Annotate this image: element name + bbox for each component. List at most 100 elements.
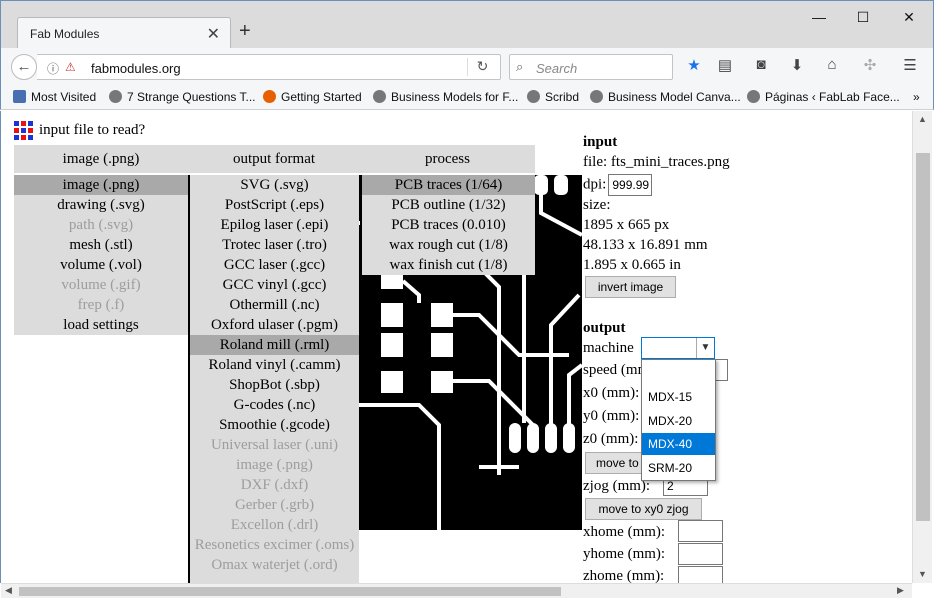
output-format-menu: SVG (.svg) PostScript (.eps) Epilog lase…: [188, 175, 359, 583]
pocket-icon[interactable]: ◙: [750, 56, 772, 73]
input-format-menu: image (.png) drawing (.svg) path (.svg) …: [14, 175, 188, 335]
scroll-down-arrow-icon[interactable]: ▼: [918, 569, 927, 579]
output-option[interactable]: Roland vinyl (.camm): [190, 355, 359, 375]
url-text[interactable]: fabmodules.org: [91, 61, 181, 76]
output-option-roland-mill[interactable]: Roland mill (.rml): [190, 335, 359, 355]
output-format-header[interactable]: output format: [188, 145, 360, 173]
process-option-pcb-traces-164[interactable]: PCB traces (1/64): [362, 175, 535, 195]
back-button[interactable]: ←: [11, 54, 37, 80]
bookmark-item[interactable]: Scribd: [527, 90, 579, 104]
downloads-icon[interactable]: ⬇: [786, 56, 808, 74]
extension-icon[interactable]: ✣: [859, 56, 881, 74]
bookmark-item[interactable]: Páginas ‹ FabLab Face...: [747, 90, 900, 104]
bookmark-item[interactable]: 7 Strange Questions T...: [109, 90, 256, 104]
machine-option-mdx15[interactable]: MDX-15: [642, 386, 715, 408]
output-option: Excellon (.drl): [230, 517, 319, 533]
yhome-label: yhome (mm):: [583, 546, 666, 562]
output-option[interactable]: Smoothie (.gcode): [190, 415, 359, 435]
globe-icon: [527, 90, 540, 103]
browser-tab[interactable]: Fab Modules ✕: [17, 17, 231, 49]
maximize-button[interactable]: ☐: [853, 9, 873, 26]
output-option: Gerber (.grb): [234, 497, 315, 513]
machine-option-mdx20[interactable]: MDX-20: [642, 410, 715, 432]
zhome-input[interactable]: [678, 566, 723, 583]
process-option-wax-rough[interactable]: wax rough cut (1/8): [362, 235, 535, 255]
output-option[interactable]: ShopBot (.sbp): [190, 375, 359, 395]
tab-close-icon[interactable]: ✕: [207, 24, 220, 44]
xhome-input[interactable]: [678, 520, 723, 542]
output-option[interactable]: PostScript (.eps): [190, 195, 359, 215]
new-tab-button[interactable]: +: [239, 21, 251, 41]
output-option: image (.png): [236, 457, 313, 473]
minimize-button[interactable]: —: [809, 9, 829, 25]
output-option[interactable]: G-codes (.nc): [190, 395, 359, 415]
insecure-lock-icon[interactable]: ⚠: [65, 60, 76, 74]
xhome-label: xhome (mm):: [583, 524, 666, 540]
output-option[interactable]: Oxford ulaser (.pgm): [190, 315, 359, 335]
output-option: Resonetics excimer (.oms): [194, 537, 355, 553]
bookmark-star-icon[interactable]: ★: [683, 56, 705, 74]
scroll-right-arrow-icon[interactable]: ▶: [897, 585, 904, 596]
output-option[interactable]: GCC vinyl (.gcc): [190, 275, 359, 295]
move-to-xy0-zjog-button[interactable]: move to xy0 zjog: [585, 498, 702, 520]
close-window-button[interactable]: ✕: [899, 9, 919, 26]
invert-image-button[interactable]: invert image: [585, 276, 676, 298]
file-row: file: fts_mini_traces.png: [583, 154, 730, 170]
back-arrow-icon: ←: [16, 58, 32, 75]
menu-hamburger-icon[interactable]: ☰: [899, 56, 921, 74]
machine-option-mdx40[interactable]: MDX-40: [642, 433, 715, 455]
bookmark-item[interactable]: Business Models for F...: [373, 90, 518, 104]
machine-option-empty[interactable]: [642, 360, 715, 382]
x0-label: x0 (mm):: [583, 385, 640, 401]
zhome-label: zhome (mm):: [583, 568, 665, 583]
horizontal-scrollbar[interactable]: ◀ ▶: [1, 583, 912, 598]
reading-list-icon[interactable]: ▤: [714, 56, 736, 74]
output-option: Omax waterjet (.ord): [211, 557, 338, 573]
search-bar[interactable]: ⌕ Search: [509, 54, 673, 80]
process-option-pcb-outline[interactable]: PCB outline (1/32): [362, 195, 535, 215]
size-label: size:: [583, 197, 611, 213]
input-option-vol[interactable]: volume (.vol): [14, 255, 188, 275]
vertical-scroll-thumb[interactable]: [916, 153, 930, 521]
z0-label: z0 (mm):: [583, 431, 639, 447]
output-option[interactable]: Trotec laser (.tro): [190, 235, 359, 255]
size-px: 1895 x 665 px: [583, 217, 670, 233]
process-option-pcb-traces-010[interactable]: PCB traces (0.010): [362, 215, 535, 235]
machine-options-list: MDX-15 MDX-20 MDX-40 SRM-20: [641, 359, 716, 481]
chevron-down-icon[interactable]: ▼: [696, 338, 714, 358]
bookmarks-overflow[interactable]: »: [913, 90, 920, 104]
scroll-up-arrow-icon[interactable]: ▲: [918, 114, 927, 124]
machine-select[interactable]: ▼: [641, 337, 715, 359]
bookmark-item[interactable]: Getting Started: [263, 90, 362, 104]
reload-icon[interactable]: ↻: [467, 58, 497, 76]
output-option[interactable]: Epilog laser (.epi): [190, 215, 359, 235]
scroll-left-arrow-icon[interactable]: ◀: [5, 585, 12, 596]
horizontal-scroll-thumb[interactable]: [19, 587, 561, 596]
input-option-stl[interactable]: mesh (.stl): [14, 235, 188, 255]
process-option-wax-finish[interactable]: wax finish cut (1/8): [362, 255, 535, 275]
bookmark-item[interactable]: Business Model Canva...: [590, 90, 741, 104]
input-option-png[interactable]: image (.png): [14, 175, 188, 195]
input-format-header[interactable]: image (.png): [14, 145, 188, 173]
size-mm: 48.133 x 16.891 mm: [583, 237, 708, 253]
file-name: fts_mini_traces.png: [610, 154, 730, 170]
navigation-bar: ⓘ ⚠ fabmodules.org ↻ ← ⌕ Search ★ ▤ ◙ ⬇ …: [0, 48, 934, 86]
vertical-scrollbar[interactable]: ▲ ▼: [912, 111, 932, 583]
input-option-svg-drawing[interactable]: drawing (.svg): [14, 195, 188, 215]
output-option[interactable]: Othermill (.nc): [190, 295, 359, 315]
input-format-title: image (.png): [62, 151, 140, 167]
fab-modules-logo-icon: [14, 121, 34, 141]
url-bar[interactable]: ⓘ ⚠ fabmodules.org ↻: [37, 54, 501, 80]
home-icon[interactable]: ⌂: [821, 56, 843, 73]
process-header[interactable]: process: [360, 145, 535, 173]
dpi-input[interactable]: 999.99: [608, 174, 653, 196]
output-option[interactable]: GCC laser (.gcc): [190, 255, 359, 275]
search-placeholder: Search: [536, 61, 578, 76]
bookmark-most-visited[interactable]: Most Visited: [13, 90, 96, 104]
input-option-load-settings[interactable]: load settings: [14, 315, 188, 335]
info-icon[interactable]: ⓘ: [47, 60, 59, 77]
output-option[interactable]: SVG (.svg): [190, 175, 359, 195]
machine-option-srm20[interactable]: SRM-20: [642, 457, 715, 479]
tab-title: Fab Modules: [30, 27, 100, 41]
yhome-input[interactable]: [678, 543, 723, 565]
